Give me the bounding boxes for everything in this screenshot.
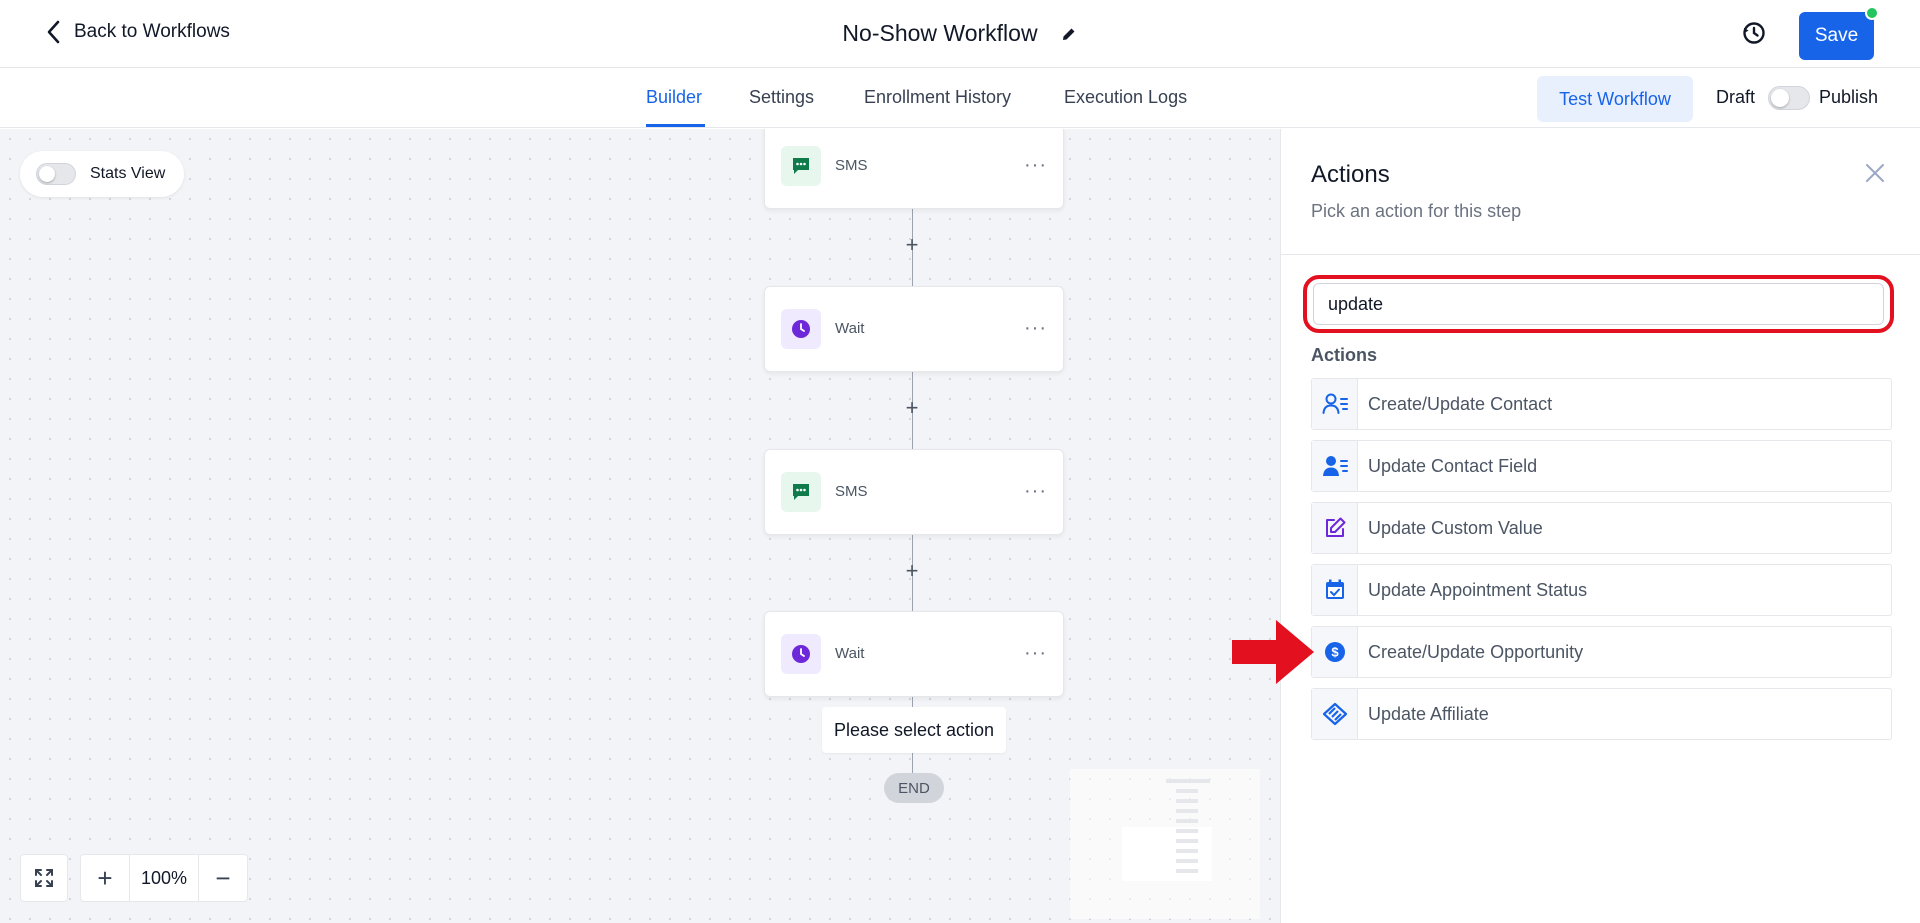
clock-icon	[781, 634, 821, 674]
minimap-node	[1176, 819, 1198, 823]
fit-screen-button[interactable]	[20, 854, 68, 902]
panel-divider	[1281, 254, 1920, 255]
action-update-appointment-status[interactable]: Update Appointment Status	[1311, 564, 1892, 616]
action-update-contact-field[interactable]: Update Contact Field	[1311, 440, 1892, 492]
active-tab-indicator	[646, 124, 705, 127]
node-sms[interactable]: SMS ···	[764, 129, 1064, 209]
action-label: Create/Update Opportunity	[1368, 641, 1584, 662]
minimap-viewport[interactable]	[1122, 827, 1212, 881]
add-step-button[interactable]: +	[902, 234, 922, 256]
actions-panel: Actions Pick an action for this step Act…	[1280, 129, 1920, 923]
node-label: Wait	[835, 320, 865, 337]
calendar-check-icon	[1312, 565, 1358, 615]
dollar-icon: $	[1312, 627, 1358, 677]
tab-settings[interactable]: Settings	[749, 87, 814, 108]
minimap-node	[1176, 829, 1198, 833]
clock-icon	[781, 309, 821, 349]
sms-icon	[781, 146, 821, 186]
title-area: No-Show Workflow	[0, 20, 1920, 47]
minimap-node	[1176, 869, 1198, 873]
action-label: Create/Update Contact	[1368, 393, 1553, 414]
minimap-node	[1176, 849, 1198, 853]
add-step-button[interactable]: +	[902, 560, 922, 582]
section-label: Actions	[1311, 345, 1378, 365]
tab-enrollment-history[interactable]: Enrollment History	[864, 87, 1011, 108]
action-search-input[interactable]	[1313, 283, 1884, 325]
stats-view-label: Stats View	[90, 165, 166, 182]
publish-label: Publish	[1819, 87, 1879, 107]
minimap[interactable]	[1070, 769, 1260, 919]
minimap-node	[1176, 809, 1198, 813]
minimap-node	[1166, 779, 1210, 783]
workflow-canvas[interactable]: Stats View + + + SMS ··· Wait ··· SMS ··…	[0, 129, 1280, 923]
action-update-affiliate[interactable]: Update Affiliate	[1311, 688, 1892, 740]
node-menu-icon[interactable]: ···	[1024, 317, 1047, 340]
zoom-in-button[interactable]: +	[81, 855, 129, 901]
stats-view-toggle[interactable]: Stats View	[20, 151, 184, 197]
arrow-pointer-icon	[1232, 620, 1314, 684]
status-dot	[1865, 6, 1879, 20]
edit-icon	[1312, 503, 1358, 553]
panel-subtitle: Pick an action for this step	[1311, 201, 1522, 221]
minimap-node	[1176, 799, 1198, 803]
tab-bar: Builder Settings Enrollment History Exec…	[0, 69, 1920, 128]
node-label: Wait	[835, 645, 865, 662]
top-bar: Back to Workflows No-Show Workflow Save	[0, 0, 1920, 68]
please-select-action[interactable]: Please select action	[822, 707, 1006, 753]
save-button[interactable]: Save	[1799, 12, 1874, 60]
minimap-node	[1176, 789, 1198, 793]
node-wait[interactable]: Wait ···	[764, 286, 1064, 372]
expand-icon	[35, 869, 53, 887]
contact-field-icon	[1312, 441, 1358, 491]
add-step-button[interactable]: +	[902, 397, 922, 419]
action-label: Update Appointment Status	[1368, 579, 1588, 600]
workflow-title: No-Show Workflow	[842, 20, 1038, 46]
action-label: Update Affiliate	[1368, 703, 1489, 724]
node-menu-icon[interactable]: ···	[1024, 154, 1047, 177]
action-create-update-contact[interactable]: Create/Update Contact	[1311, 378, 1892, 430]
publish-toggle[interactable]	[1768, 86, 1810, 110]
svg-text:$: $	[1331, 645, 1339, 660]
node-sms[interactable]: SMS ···	[764, 449, 1064, 535]
stats-toggle-switch[interactable]	[36, 163, 76, 185]
close-icon[interactable]	[1865, 163, 1885, 183]
sms-icon	[781, 472, 821, 512]
action-label: Update Contact Field	[1368, 455, 1538, 476]
panel-title: Actions	[1311, 161, 1390, 188]
end-marker: END	[884, 773, 944, 803]
minimap-node	[1176, 839, 1198, 843]
node-label: SMS	[835, 483, 868, 500]
contact-list-icon	[1312, 379, 1358, 429]
tab-builder[interactable]: Builder	[646, 87, 702, 108]
zoom-controls: + 100% −	[20, 854, 248, 902]
zoom-group: + 100% −	[80, 854, 248, 902]
test-workflow-button[interactable]: Test Workflow	[1537, 76, 1693, 122]
zoom-level: 100%	[129, 855, 199, 901]
action-create-update-opportunity[interactable]: $ Create/Update Opportunity	[1311, 626, 1892, 678]
node-menu-icon[interactable]: ···	[1024, 642, 1047, 665]
action-update-custom-value[interactable]: Update Custom Value	[1311, 502, 1892, 554]
affiliate-icon	[1312, 689, 1358, 739]
history-icon[interactable]	[1741, 20, 1767, 46]
node-menu-icon[interactable]: ···	[1024, 480, 1047, 503]
node-label: SMS	[835, 157, 868, 174]
minimap-node	[1176, 859, 1198, 863]
action-label: Update Custom Value	[1368, 517, 1543, 538]
draft-label: Draft	[1716, 87, 1756, 107]
zoom-out-button[interactable]: −	[199, 855, 247, 901]
tab-execution-logs[interactable]: Execution Logs	[1064, 87, 1187, 108]
node-wait[interactable]: Wait ···	[764, 611, 1064, 697]
pencil-icon[interactable]	[1060, 25, 1078, 43]
